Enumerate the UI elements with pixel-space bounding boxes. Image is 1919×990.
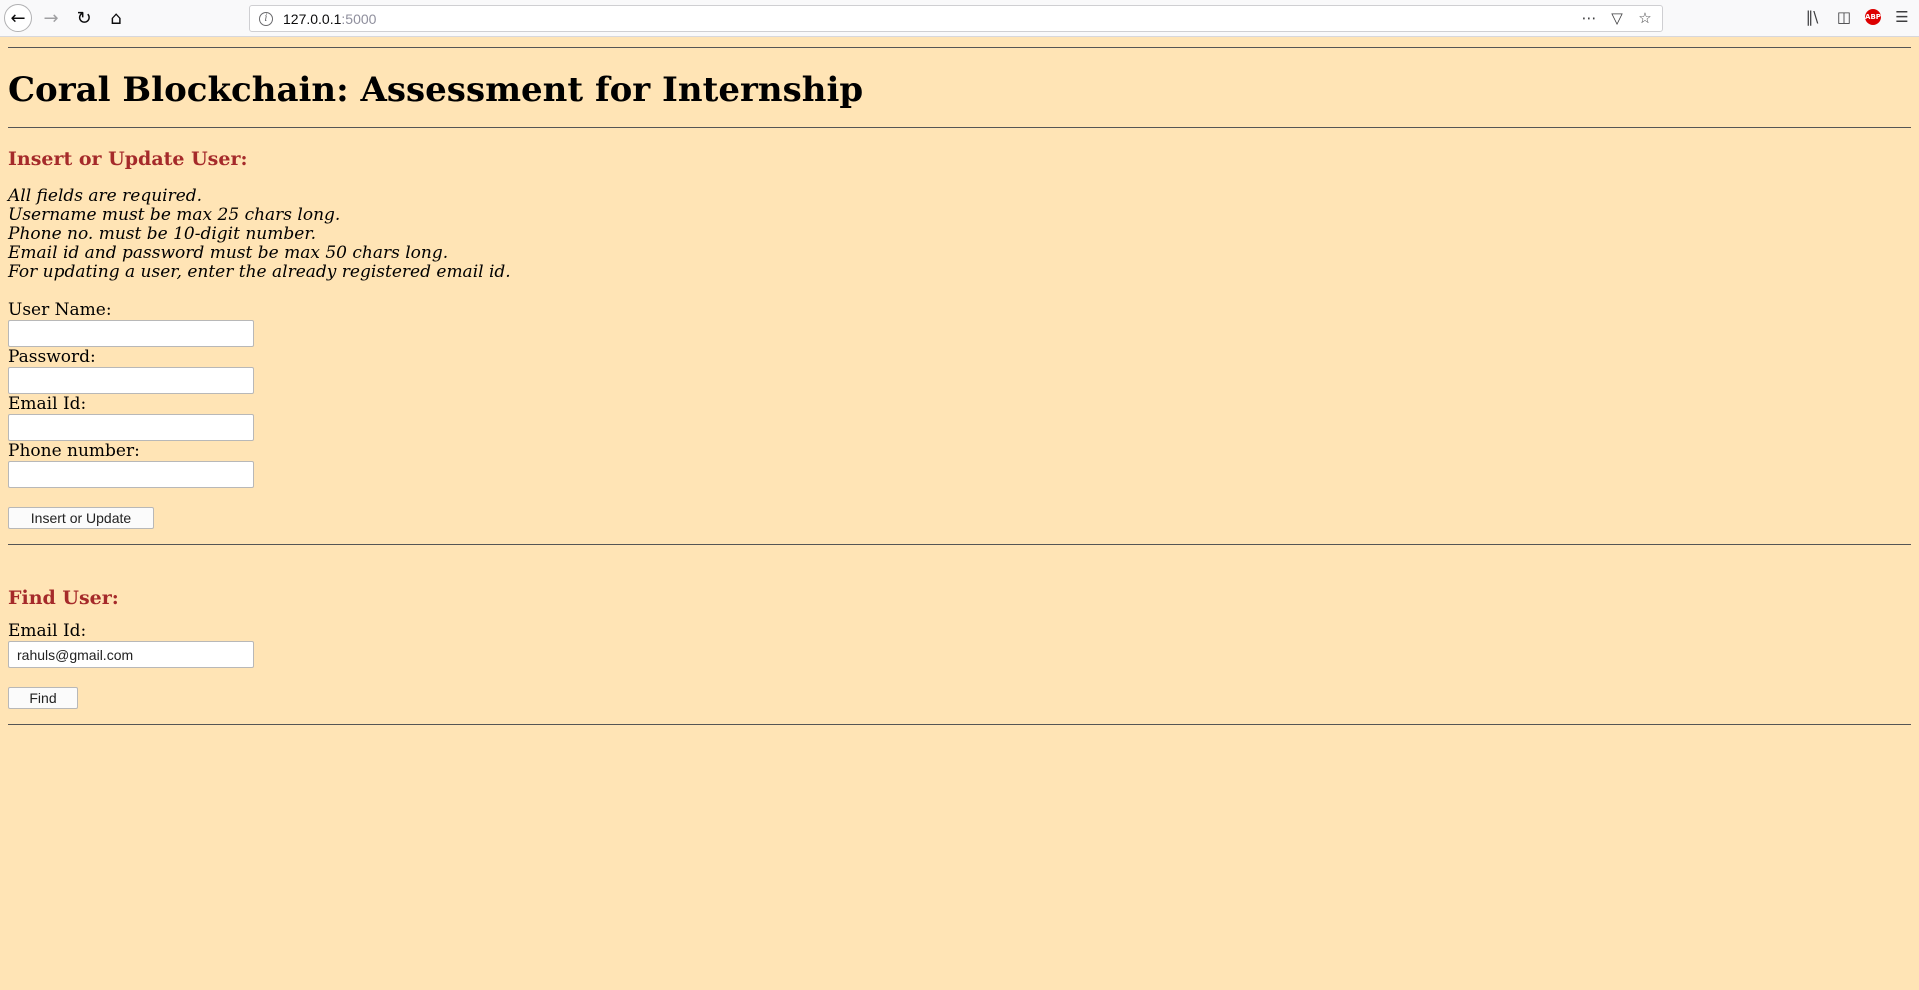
url-text[interactable]: 127.0.0.1:5000 [283,11,376,27]
find-button[interactable]: Find [8,687,78,709]
phone-input[interactable] [8,461,254,488]
username-input[interactable] [8,320,254,347]
divider [8,47,1911,48]
url-bar[interactable]: i 127.0.0.1:5000 ⋯ ▽ ☆ [249,5,1663,32]
note-line: For updating a user, enter the already r… [8,262,511,282]
page-title: Coral Blockchain: Assessment for Interns… [8,70,864,110]
pocket-icon[interactable]: ▽ [1608,9,1626,27]
divider [8,724,1911,725]
insert-section-heading: Insert or Update User: [8,148,248,170]
requirements-notes: All fields are required. Username must b… [8,187,1911,282]
forward-arrow-icon[interactable]: → [37,4,65,32]
page-content: Coral Blockchain: Assessment for Interns… [0,47,1919,725]
note-line: Username must be max 25 chars long. [8,205,341,225]
insert-update-button[interactable]: Insert or Update [8,507,154,529]
divider [8,127,1911,128]
password-input[interactable] [8,367,254,394]
adblock-icon[interactable]: ABP [1865,9,1881,25]
phone-label: Phone number: [8,441,140,461]
reload-icon[interactable]: ↻ [70,4,98,32]
site-info-icon[interactable]: i [259,11,273,26]
divider [8,544,1911,545]
note-line: Phone no. must be 10-digit number. [8,224,316,244]
find-email-input[interactable]: rahuls@gmail.com [8,641,254,668]
note-line: All fields are required. [8,186,203,206]
back-arrow-icon[interactable]: ← [4,4,32,32]
note-line: Email id and password must be max 50 cha… [8,243,449,263]
find-email-label: Email Id: [8,621,87,641]
username-label: User Name: [8,300,112,320]
email-label: Email Id: [8,394,87,414]
find-section-heading: Find User: [8,587,119,609]
hamburger-menu-icon[interactable]: ☰ [1891,6,1913,28]
more-icon[interactable]: ⋯ [1580,9,1598,27]
star-icon[interactable]: ☆ [1636,9,1654,27]
password-label: Password: [8,347,96,367]
email-input[interactable] [8,414,254,441]
library-icon[interactable]: ‖\ [1801,6,1823,28]
sidebar-icon[interactable]: ◫ [1833,6,1855,28]
browser-toolbar: ← → ↻ ⌂ i 127.0.0.1:5000 ⋯ ▽ ☆ ‖\ ◫ ABP … [0,0,1919,37]
home-icon[interactable]: ⌂ [102,4,130,32]
